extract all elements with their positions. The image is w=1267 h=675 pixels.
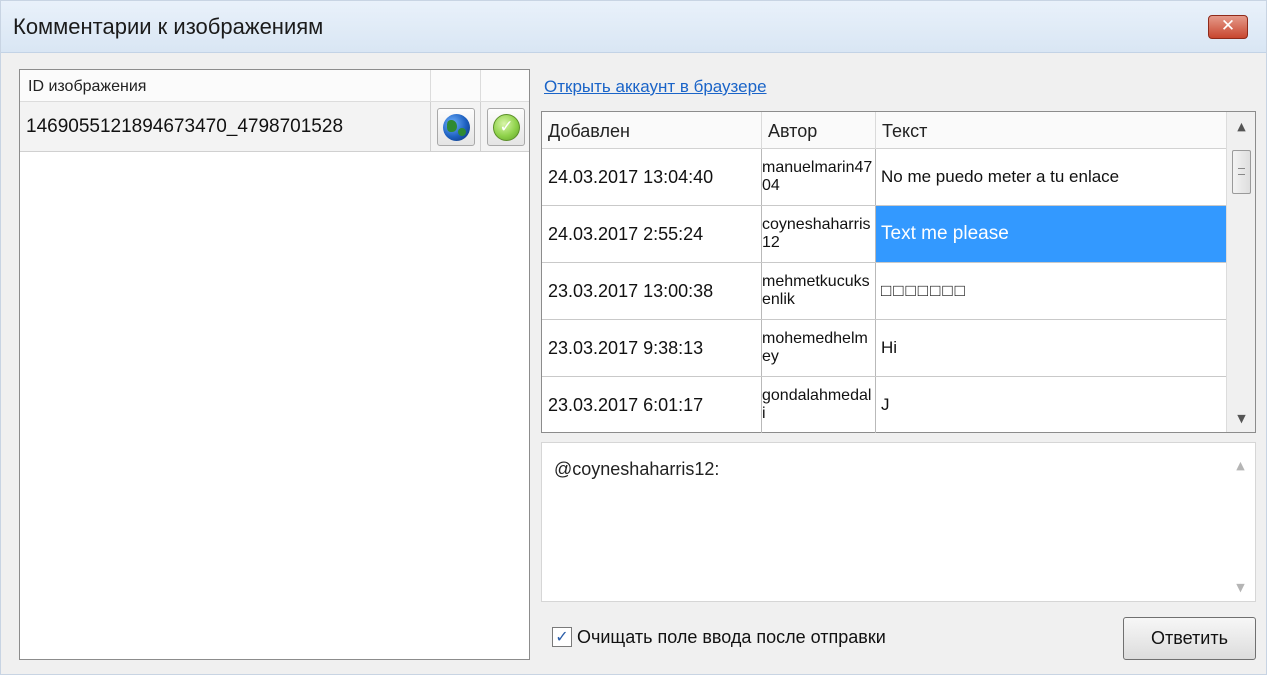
comment-text: Hi xyxy=(881,338,898,357)
scroll-up-icon[interactable]: ▲ xyxy=(1226,455,1255,477)
comment-row[interactable]: 24.03.2017 13:04:40 manuelmarin4704 No m… xyxy=(542,149,1226,206)
close-button[interactable]: ✕ xyxy=(1208,15,1248,39)
scroll-up-icon[interactable]: ▲ xyxy=(1227,116,1256,138)
comment-date: 23.03.2017 6:01:17 xyxy=(548,394,704,415)
comment-author: mohemedhelmey xyxy=(762,330,868,365)
image-list[interactable]: ID изображения 1469055121894673470_47987… xyxy=(19,69,530,660)
grip-icon xyxy=(1238,168,1245,175)
column-divider xyxy=(875,112,876,149)
image-row[interactable]: 1469055121894673470_4798701528 ✓ xyxy=(20,102,529,152)
comment-text: □□□□□□□ xyxy=(881,281,967,300)
reply-input[interactable]: @coyneshaharris12: ▲ ▼ xyxy=(541,442,1256,602)
comment-date: 23.03.2017 9:38:13 xyxy=(548,337,704,358)
approve-button[interactable]: ✓ xyxy=(487,108,525,146)
column-divider xyxy=(761,112,762,149)
comments-table[interactable]: Добавлен Автор Текст 24.03.2017 13:04:40… xyxy=(541,111,1256,433)
comment-row[interactable]: 23.03.2017 13:00:38 mehmetkucuksenlik □□… xyxy=(542,263,1226,320)
comment-date: 23.03.2017 13:00:38 xyxy=(548,280,714,301)
scroll-down-icon[interactable]: ▼ xyxy=(1226,577,1255,599)
comments-scrollbar[interactable]: ▲ ▼ xyxy=(1226,112,1255,432)
comment-date: 24.03.2017 13:04:40 xyxy=(548,166,714,187)
column-divider xyxy=(480,102,481,152)
column-divider xyxy=(430,70,431,102)
comment-row[interactable]: 23.03.2017 6:01:17 gondalahmedali J xyxy=(542,377,1226,434)
reply-scrollbar[interactable]: ▲ ▼ xyxy=(1226,443,1255,601)
comments-table-header: Добавлен Автор Текст xyxy=(542,112,1226,149)
comment-row[interactable]: 23.03.2017 9:38:13 mohemedhelmey Hi xyxy=(542,320,1226,377)
open-account-link[interactable]: Открыть аккаунт в браузере xyxy=(544,77,767,97)
scrollbar-thumb[interactable] xyxy=(1232,150,1251,194)
comment-date: 24.03.2017 2:55:24 xyxy=(548,223,704,244)
open-in-browser-button[interactable] xyxy=(437,108,475,146)
comments-window: Комментарии к изображениям ✕ ID изображе… xyxy=(0,0,1267,675)
title-bar: Комментарии к изображениям ✕ xyxy=(1,1,1266,53)
image-id-column-header[interactable]: ID изображения xyxy=(28,78,146,96)
reply-input-value[interactable]: @coyneshaharris12: xyxy=(554,459,719,480)
comment-author: gondalahmedali xyxy=(762,387,872,422)
check-icon: ✓ xyxy=(493,114,520,141)
image-list-header: ID изображения xyxy=(20,70,529,102)
clear-after-send-label[interactable]: Очищать поле ввода после отправки xyxy=(577,627,886,648)
clear-after-send-checkbox[interactable]: ✓ xyxy=(552,627,572,647)
comment-author: mehmetkucuksenlik xyxy=(762,273,870,308)
comment-text: J xyxy=(881,395,890,414)
send-reply-button[interactable]: Ответить xyxy=(1123,617,1256,660)
window-title: Комментарии к изображениям xyxy=(13,14,324,39)
scroll-down-icon[interactable]: ▼ xyxy=(1227,408,1256,430)
comment-text: No me puedo meter a tu enlace xyxy=(881,167,1120,186)
globe-icon xyxy=(443,114,470,141)
author-column-header[interactable]: Автор xyxy=(768,121,817,142)
text-column-header[interactable]: Текст xyxy=(882,121,927,142)
comment-row-selected[interactable]: 24.03.2017 2:55:24 coyneshaharris12 Text… xyxy=(542,206,1226,263)
column-divider xyxy=(430,102,431,152)
image-id[interactable]: 1469055121894673470_4798701528 xyxy=(26,116,343,138)
date-column-header[interactable]: Добавлен xyxy=(548,121,630,142)
comment-text: Text me please xyxy=(876,206,1226,262)
comment-author: coyneshaharris12 xyxy=(762,216,871,251)
column-divider xyxy=(480,70,481,102)
comment-author: manuelmarin4704 xyxy=(762,159,873,194)
